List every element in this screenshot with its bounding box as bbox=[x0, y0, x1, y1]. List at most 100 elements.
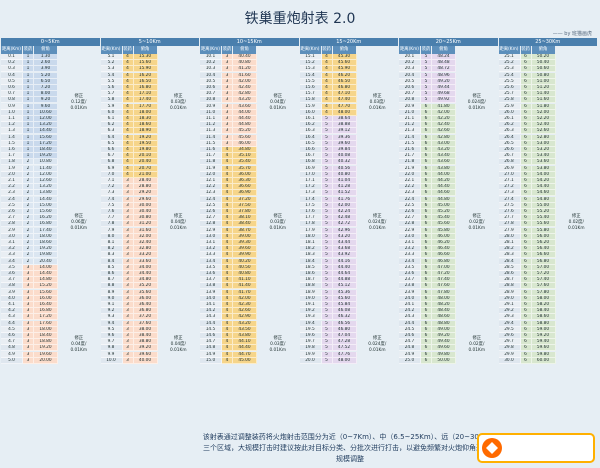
distance-cell: 14.0 bbox=[200, 295, 222, 302]
table-row: 11.0 3 44.00 bbox=[200, 109, 257, 116]
table-row: 21.0 6 42.00 bbox=[399, 109, 456, 116]
column-header: 距离(Km) bbox=[1, 46, 23, 54]
distance-cell: 13.6 bbox=[200, 271, 222, 277]
charge-cell: 5 bbox=[421, 66, 432, 73]
elevation-cell: 44.10 bbox=[233, 339, 257, 346]
charge-cell: 6 bbox=[421, 116, 432, 122]
elevation-cell: 15.60 bbox=[34, 289, 58, 296]
table-row: 10.2 3 40.80 bbox=[200, 60, 257, 67]
distance-cell: 23.2 bbox=[399, 246, 421, 253]
elevation-cell: 16.00 bbox=[34, 295, 58, 302]
charge-cell: 6 bbox=[421, 252, 432, 259]
charge-cell: 4 bbox=[122, 66, 134, 73]
elevation-cell: 57.40 bbox=[531, 277, 556, 284]
elevation-cell: 13.80 bbox=[34, 190, 58, 197]
table-row: 5.1 4 15.30 bbox=[100, 54, 158, 60]
distance-cell: 24.1 bbox=[399, 302, 421, 308]
elevation-cell: 52.60 bbox=[531, 128, 556, 135]
charge-cell: 5 bbox=[321, 159, 333, 166]
range-header-row: 0~5Km 5~10Km 10~15Km 15~20Km 20~25Km 25~30Km bbox=[1, 38, 599, 46]
range-header: 25~30Km bbox=[498, 38, 597, 46]
elevation-cell: 50.20 bbox=[531, 54, 556, 60]
charge-cell: 4 bbox=[321, 78, 333, 85]
elevation-cell: 36.90 bbox=[233, 190, 257, 197]
elevation-cell: 20.10 bbox=[133, 153, 158, 160]
distance-cell: 1.6 bbox=[1, 147, 23, 153]
distance-cell: 18.6 bbox=[299, 271, 322, 277]
distance-cell: 5.5 bbox=[100, 78, 123, 85]
table-row: 18.0 5 43.20 bbox=[299, 233, 357, 240]
table-row: 29.3 6 58.60 bbox=[498, 314, 556, 321]
distance-cell: 5.7 bbox=[100, 91, 123, 98]
table-row: 20.8 5 49.92 bbox=[399, 97, 456, 104]
elevation-cell: 42.00 bbox=[432, 109, 456, 116]
table-row: 15.0 4 45.00 bbox=[200, 357, 257, 364]
charge-cell: 5 bbox=[321, 246, 333, 253]
table-row: 14.0 4 42.00 bbox=[200, 295, 257, 302]
charge-cell: 3 bbox=[122, 326, 134, 333]
charge-cell: 4 bbox=[321, 66, 333, 73]
charge-cell: 2 bbox=[23, 165, 34, 172]
elevation-cell: 50.00 bbox=[432, 357, 456, 364]
distance-cell: 6.6 bbox=[100, 147, 123, 153]
table-row: 9.2 3 36.80 bbox=[100, 308, 158, 315]
distance-cell: 20.4 bbox=[399, 72, 421, 79]
elevation-cell: 42.20 bbox=[432, 116, 456, 122]
table-row: 1.9 2 11.40 bbox=[1, 165, 58, 172]
charge-cell: 5 bbox=[421, 97, 432, 104]
charge-cell: 3 bbox=[122, 252, 134, 259]
charge-cell: 5 bbox=[421, 91, 432, 98]
distance-cell: 26.5 bbox=[498, 140, 521, 147]
charge-cell: 5 bbox=[321, 147, 333, 153]
table-row: 0.9 1 9.60 bbox=[1, 103, 58, 110]
elevation-cell: 49.20 bbox=[432, 78, 456, 85]
charge-cell: 6 bbox=[520, 240, 532, 246]
elevation-cell: 42.72 bbox=[332, 221, 357, 228]
charge-cell: 6 bbox=[421, 202, 432, 209]
distance-cell: 28.9 bbox=[498, 289, 521, 296]
elevation-cell: 7.20 bbox=[34, 85, 58, 91]
distance-cell: 23.3 bbox=[399, 252, 421, 259]
distance-cell: 20.7 bbox=[399, 91, 421, 98]
elevation-cell: 21.00 bbox=[133, 171, 158, 178]
table-row: 4.5 3 18.00 bbox=[1, 326, 58, 333]
charge-cell: 4 bbox=[222, 295, 233, 302]
charge-cell: 1 bbox=[23, 60, 34, 67]
distance-cell: 2.5 bbox=[1, 202, 23, 209]
elevation-cell: 45.60 bbox=[432, 221, 456, 228]
table-row: 1.7 1 19.20 bbox=[1, 153, 58, 160]
table-row: 22.5 6 45.00 bbox=[399, 202, 456, 209]
elevation-cell: 59.00 bbox=[531, 326, 556, 333]
charge-cell: 4 bbox=[122, 109, 134, 116]
elevation-cell: 56.40 bbox=[531, 246, 556, 253]
distance-cell: 14.7 bbox=[200, 339, 222, 346]
charge-cell: 3 bbox=[122, 227, 134, 234]
elevation-cell: 47.80 bbox=[432, 289, 456, 296]
table-row: 24.8 6 49.60 bbox=[399, 345, 456, 352]
charge-cell: 5 bbox=[321, 295, 333, 302]
elevation-cell: 53.80 bbox=[531, 165, 556, 172]
distance-cell: 22.4 bbox=[399, 196, 421, 203]
distance-cell: 10.6 bbox=[200, 85, 222, 91]
distance-cell: 24.7 bbox=[399, 339, 421, 346]
distance-cell: 24.9 bbox=[399, 351, 421, 358]
table-row: 19.1 5 45.84 bbox=[299, 302, 357, 308]
distance-cell: 12.9 bbox=[200, 227, 222, 234]
elevation-cell: 44.80 bbox=[233, 122, 257, 129]
elevation-cell: 31.60 bbox=[133, 227, 158, 234]
table-row: 25.8 6 51.60 bbox=[498, 97, 556, 104]
table-row: 24.4 6 48.80 bbox=[399, 320, 456, 327]
elevation-cell: 40.56 bbox=[332, 165, 357, 172]
distance-cell: 10.8 bbox=[200, 97, 222, 104]
table-row: 27.2 6 54.40 bbox=[498, 184, 556, 191]
table-row: 18.4 5 44.16 bbox=[299, 258, 357, 265]
charge-cell: 6 bbox=[520, 178, 532, 184]
charge-cell: 6 bbox=[421, 196, 432, 203]
charge-cell: 6 bbox=[421, 240, 432, 246]
table-row: 18.8 5 45.12 bbox=[299, 283, 357, 290]
elevation-cell: 60.00 bbox=[531, 357, 556, 364]
charge-cell: 5 bbox=[421, 60, 432, 67]
distance-cell: 7.8 bbox=[100, 221, 123, 228]
table-row: 20.3 5 48.72 bbox=[399, 66, 456, 73]
table-row: 18.1 5 43.44 bbox=[299, 240, 357, 246]
